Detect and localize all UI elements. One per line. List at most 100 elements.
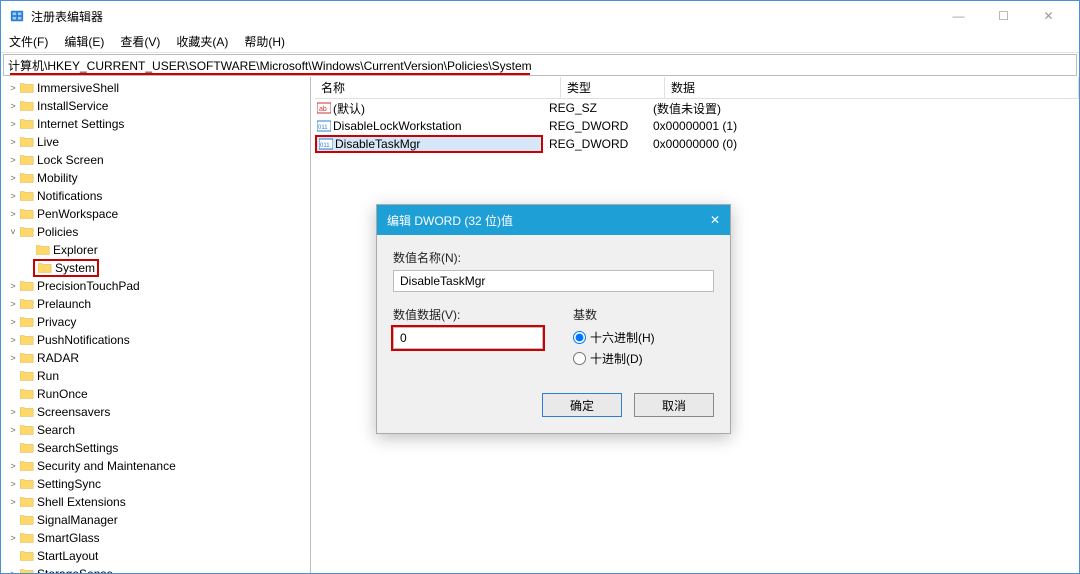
col-header-name[interactable]: 名称 xyxy=(315,77,561,99)
tree-item-explorer[interactable]: Explorer xyxy=(1,241,310,259)
expand-toggle[interactable]: > xyxy=(7,119,19,129)
expand-toggle[interactable]: > xyxy=(7,479,19,489)
folder-icon xyxy=(19,513,35,527)
tree-view[interactable]: >ImmersiveShell>InstallService>Internet … xyxy=(1,77,311,573)
tree-item-privacy[interactable]: > Privacy xyxy=(1,313,310,331)
expand-toggle[interactable]: > xyxy=(7,353,19,363)
expand-toggle[interactable]: > xyxy=(7,155,19,165)
dialog-titlebar[interactable]: 编辑 DWORD (32 位)值 ✕ xyxy=(377,205,730,235)
folder-icon xyxy=(19,99,35,113)
tree-item-precisiontouchpad[interactable]: >PrecisionTouchPad xyxy=(1,277,310,295)
tree-item-radar[interactable]: >RADAR xyxy=(1,349,310,367)
tree-item-system[interactable]: System xyxy=(1,259,310,277)
menu-file[interactable]: 文件(F) xyxy=(5,31,52,52)
tree-item-notifications[interactable]: >Notifications xyxy=(1,187,310,205)
menu-help[interactable]: 帮助(H) xyxy=(240,31,289,52)
tree-item-startlayout[interactable]: StartLayout xyxy=(1,547,310,565)
cell-data: (数值未设置) xyxy=(647,100,1079,117)
list-row[interactable]: 011DisableTaskMgrREG_DWORD0x00000000 (0) xyxy=(315,135,1079,153)
cell-type: REG_DWORD xyxy=(543,119,647,133)
tree-item-settingsync[interactable]: >SettingSync xyxy=(1,475,310,493)
list-row[interactable]: 011DisableLockWorkstationREG_DWORD0x0000… xyxy=(315,117,1079,135)
expand-toggle[interactable]: > xyxy=(7,317,19,327)
folder-icon xyxy=(19,297,35,311)
folder-icon xyxy=(19,225,35,239)
dialog-buttons: 确定 取消 xyxy=(393,393,714,417)
expand-toggle[interactable]: > xyxy=(7,569,19,573)
tree-item-internet-settings[interactable]: >Internet Settings xyxy=(1,115,310,133)
minimize-button[interactable]: — xyxy=(936,2,981,30)
tree-item-label: Privacy xyxy=(37,315,76,329)
address-bar[interactable]: 计算机\HKEY_CURRENT_USER\SOFTWARE\Microsoft… xyxy=(3,54,1077,76)
tree-item-searchsettings[interactable]: SearchSettings xyxy=(1,439,310,457)
tree-item-pushnotifications[interactable]: > PushNotifications xyxy=(1,331,310,349)
tree-item-runonce[interactable]: RunOnce xyxy=(1,385,310,403)
tree-item-label: PushNotifications xyxy=(37,333,130,347)
tree-item-storagesense[interactable]: >StorageSense xyxy=(1,565,310,573)
tree-item-label: StartLayout xyxy=(37,549,98,563)
expand-toggle[interactable]: > xyxy=(7,209,19,219)
expand-toggle[interactable]: > xyxy=(7,407,19,417)
tree-item-lock-screen[interactable]: >Lock Screen xyxy=(1,151,310,169)
value-data-label: 数值数据(V): xyxy=(393,306,543,323)
expand-toggle[interactable]: > xyxy=(7,191,19,201)
radio-hex[interactable]: 十六进制(H) xyxy=(573,329,655,346)
radio-dec-input[interactable] xyxy=(573,352,586,365)
list-row[interactable]: ab(默认)REG_SZ(数值未设置) xyxy=(315,99,1079,117)
address-text: 计算机\HKEY_CURRENT_USER\SOFTWARE\Microsoft… xyxy=(8,57,532,74)
radio-hex-input[interactable] xyxy=(573,331,586,344)
tree-item-label: Explorer xyxy=(53,243,98,257)
col-header-data[interactable]: 数据 xyxy=(665,77,1079,99)
ok-button[interactable]: 确定 xyxy=(542,393,622,417)
folder-icon xyxy=(19,81,35,95)
expand-toggle[interactable]: > xyxy=(7,137,19,147)
cancel-button[interactable]: 取消 xyxy=(634,393,714,417)
close-button[interactable]: ✕ xyxy=(1026,2,1071,30)
tree-item-policies[interactable]: ˅ Policies xyxy=(1,223,310,241)
dialog-title-text: 编辑 DWORD (32 位)值 xyxy=(387,212,513,229)
expand-toggle[interactable]: > xyxy=(7,101,19,111)
cell-name: 011DisableTaskMgr xyxy=(315,135,543,153)
titlebar: 注册表编辑器 — ☐ ✕ xyxy=(1,1,1079,31)
expand-toggle[interactable]: > xyxy=(7,173,19,183)
tree-item-search[interactable]: >Search xyxy=(1,421,310,439)
tree-item-signalmanager[interactable]: SignalManager xyxy=(1,511,310,529)
tree-item-installservice[interactable]: >InstallService xyxy=(1,97,310,115)
col-header-type[interactable]: 类型 xyxy=(561,77,665,99)
folder-icon xyxy=(19,549,35,563)
expand-toggle[interactable]: > xyxy=(7,281,19,291)
menu-edit[interactable]: 编辑(E) xyxy=(60,31,108,52)
tree-item-label: Security and Maintenance xyxy=(37,459,176,473)
expand-toggle[interactable]: > xyxy=(7,299,19,309)
tree-item-smartglass[interactable]: >SmartGlass xyxy=(1,529,310,547)
tree-item-run[interactable]: Run xyxy=(1,367,310,385)
tree-item-mobility[interactable]: >Mobility xyxy=(1,169,310,187)
tree-item-immersiveshell[interactable]: >ImmersiveShell xyxy=(1,79,310,97)
value-name: (默认) xyxy=(333,100,365,117)
tree-item-screensavers[interactable]: >Screensavers xyxy=(1,403,310,421)
folder-icon xyxy=(19,531,35,545)
tree-item-shell-extensions[interactable]: >Shell Extensions xyxy=(1,493,310,511)
tree-item-live[interactable]: >Live xyxy=(1,133,310,151)
expand-toggle[interactable]: > xyxy=(7,425,19,435)
expand-toggle[interactable]: > xyxy=(7,533,19,543)
maximize-button[interactable]: ☐ xyxy=(981,2,1026,30)
tree-item-security-and-maintenance[interactable]: > Security and Maintenance xyxy=(1,457,310,475)
expand-toggle[interactable]: > xyxy=(7,461,19,471)
expand-toggle[interactable]: ˅ xyxy=(7,227,19,237)
value-name-field[interactable]: DisableTaskMgr xyxy=(393,270,714,292)
tree-item-penworkspace[interactable]: >PenWorkspace xyxy=(1,205,310,223)
expand-toggle[interactable]: > xyxy=(7,83,19,93)
menu-view[interactable]: 查看(V) xyxy=(116,31,164,52)
tree-item-prelaunch[interactable]: >Prelaunch xyxy=(1,295,310,313)
expand-toggle[interactable]: > xyxy=(7,335,19,345)
menu-favorites[interactable]: 收藏夹(A) xyxy=(172,31,232,52)
radio-dec[interactable]: 十进制(D) xyxy=(573,350,655,367)
expand-toggle[interactable]: > xyxy=(7,497,19,507)
value-data-input[interactable] xyxy=(393,327,543,349)
dialog-close-button[interactable]: ✕ xyxy=(710,213,720,227)
base-label: 基数 xyxy=(573,306,655,323)
value-name: DisableTaskMgr xyxy=(335,137,420,151)
menubar: 文件(F) 编辑(E) 查看(V) 收藏夹(A) 帮助(H) xyxy=(1,31,1079,53)
tree-item-label: Policies xyxy=(37,225,78,239)
